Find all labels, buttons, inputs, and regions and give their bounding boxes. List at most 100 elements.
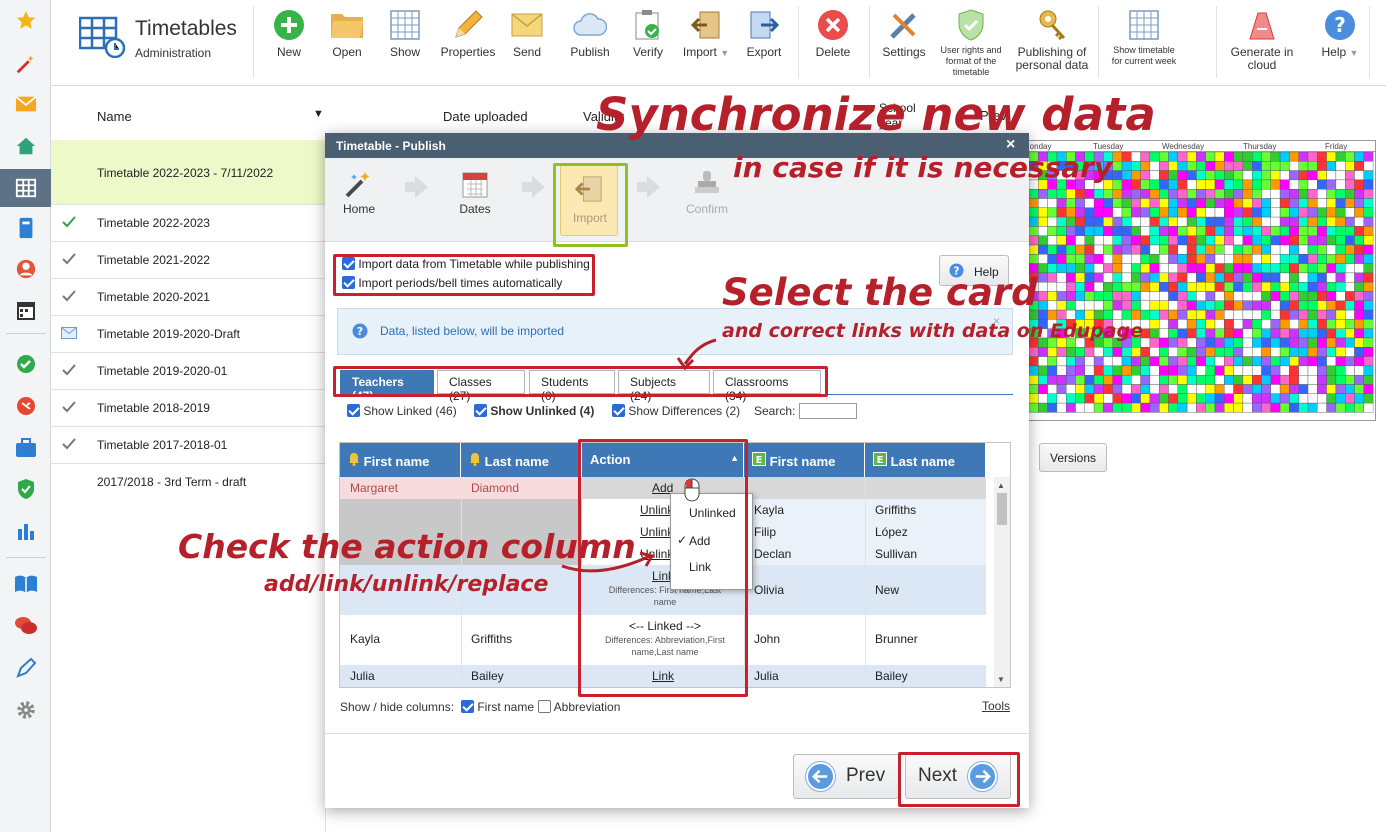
list-item[interactable]: Timetable 2022-2023 - 7/11/2022 <box>51 140 325 205</box>
favorites-star-icon[interactable] <box>0 2 51 38</box>
preview-cell <box>1326 300 1337 311</box>
preview-cell <box>1186 207 1197 218</box>
show-timetable-week-button[interactable]: Show timetable for current week <box>1107 8 1181 67</box>
send-button[interactable]: Send <box>496 8 558 59</box>
list-item[interactable]: Timetable 2021-2022 <box>51 242 325 279</box>
open-button[interactable]: Open <box>316 8 378 59</box>
new-button[interactable]: New <box>258 8 320 59</box>
briefcase-icon[interactable] <box>0 430 51 466</box>
show-linked-checkbox[interactable] <box>347 404 360 417</box>
list-item[interactable]: Timetable 2020-2021 <box>51 279 325 316</box>
verify-button[interactable]: Verify <box>617 8 679 59</box>
preview-cell <box>1326 198 1337 209</box>
help-button[interactable]: ? Help ▼ <box>1309 8 1371 60</box>
properties-button[interactable]: Properties <box>437 8 499 59</box>
bar-chart-icon[interactable] <box>0 513 51 549</box>
preview-cell <box>1093 402 1104 413</box>
publish-button[interactable]: Publish <box>559 8 621 59</box>
mail-icon[interactable] <box>0 86 51 122</box>
preview-cell <box>1363 152 1374 162</box>
preview-cell <box>1196 309 1206 320</box>
preview-cell <box>1131 393 1141 404</box>
tools-link[interactable]: Tools <box>982 699 1010 713</box>
preview-cell <box>1084 281 1095 292</box>
preview-cell <box>1056 365 1067 376</box>
chat-icon[interactable] <box>0 608 51 644</box>
show-button[interactable]: Show <box>374 8 436 59</box>
show-unlinked-checkbox[interactable] <box>474 404 487 417</box>
preview-cell <box>1317 291 1327 302</box>
filter-show-linked[interactable]: Show Linked (46) <box>347 404 457 418</box>
column-header-edupage-first-name[interactable]: E First name <box>744 443 865 477</box>
user-rights-button[interactable]: User rights and format of the timetable <box>935 8 1007 78</box>
settings-button[interactable]: Settings <box>873 8 935 59</box>
preview-cell <box>1047 402 1058 413</box>
annotation-sync-title: Synchronize new data <box>596 88 1156 141</box>
preview-cell <box>1345 189 1355 199</box>
versions-button[interactable]: Versions <box>1039 443 1107 472</box>
grid-scrollbar[interactable]: ▲ ▼ <box>994 477 1010 687</box>
list-item[interactable]: Timetable 2019-2020-Draft <box>51 316 325 353</box>
export-button[interactable]: Export <box>733 8 795 59</box>
abbreviation-checkbox[interactable] <box>538 700 551 713</box>
preview-cell <box>1261 226 1272 236</box>
column-header-date-uploaded[interactable]: Date uploaded <box>443 109 528 124</box>
check-circle-icon[interactable] <box>0 346 51 382</box>
first-name-checkbox[interactable] <box>461 700 474 713</box>
preview-cell <box>1177 161 1188 171</box>
user-icon[interactable] <box>0 251 51 287</box>
preview-cell <box>1317 300 1327 311</box>
preview-cell <box>1307 347 1318 357</box>
scroll-down-icon[interactable]: ▼ <box>997 675 1005 684</box>
import-button[interactable]: Import ▼ <box>675 8 737 60</box>
timetable-grid-icon[interactable] <box>0 169 51 207</box>
generate-in-cloud-button[interactable]: Generate in cloud <box>1227 8 1297 72</box>
preview-cell <box>1345 319 1355 329</box>
wizard-step-dates[interactable]: Dates <box>440 166 510 216</box>
preview-cell <box>1335 161 1346 171</box>
list-item[interactable]: Timetable 2019-2020-01 <box>51 353 325 390</box>
gear-icon[interactable] <box>0 692 51 728</box>
preview-cell <box>1298 198 1309 209</box>
sort-down-icon[interactable]: ▼ <box>313 108 324 120</box>
magic-wand-icon[interactable] <box>0 46 51 82</box>
preview-cell <box>1121 365 1132 376</box>
toggle-abbreviation[interactable]: Abbreviation <box>538 700 620 714</box>
calendar-icon[interactable] <box>0 292 51 328</box>
preview-cell <box>1363 198 1374 209</box>
home-icon[interactable] <box>0 128 51 164</box>
notebook-icon[interactable] <box>0 210 51 246</box>
substitution-icon[interactable] <box>0 388 51 424</box>
preview-cell <box>1326 393 1337 404</box>
preview-cell <box>1289 152 1299 162</box>
pen-icon[interactable] <box>0 650 51 686</box>
preview-cell <box>1261 374 1272 385</box>
list-item[interactable]: Timetable 2022-2023 <box>51 205 325 242</box>
preview-cell <box>1075 356 1086 367</box>
list-item[interactable]: 2017/2018 - 3rd Term - draft <box>51 464 325 501</box>
delete-button[interactable]: Delete <box>802 8 864 59</box>
column-header-edupage-last-name[interactable]: E Last name <box>865 443 986 477</box>
preview-cell <box>1121 179 1132 190</box>
scroll-thumb[interactable] <box>997 493 1007 525</box>
shield-icon[interactable] <box>0 471 51 507</box>
toggle-first-name[interactable]: First name <box>461 700 534 714</box>
wizard-step-home[interactable]: Home <box>324 166 394 216</box>
column-header-first-name[interactable]: First name <box>340 443 461 477</box>
search-input[interactable] <box>799 403 857 419</box>
column-header-name[interactable]: Name <box>97 109 132 124</box>
preview-cell <box>1056 291 1067 302</box>
scroll-up-icon[interactable]: ▲ <box>997 481 1005 490</box>
preview-cell <box>1298 291 1309 302</box>
preview-cell <box>1168 244 1179 255</box>
prev-button[interactable]: Prev <box>793 754 899 799</box>
publishing-personal-data-button[interactable]: Publishing of personal data <box>1009 8 1095 72</box>
preview-cell <box>1196 179 1206 190</box>
preview-cell <box>1335 235 1346 246</box>
book-icon[interactable] <box>0 566 51 602</box>
preview-cell <box>1112 291 1123 302</box>
preview-cell <box>1158 291 1169 302</box>
list-item[interactable]: Timetable 2017-2018-01 <box>51 427 325 464</box>
list-item[interactable]: Timetable 2018-2019 <box>51 390 325 427</box>
preview-cell <box>1131 300 1141 311</box>
